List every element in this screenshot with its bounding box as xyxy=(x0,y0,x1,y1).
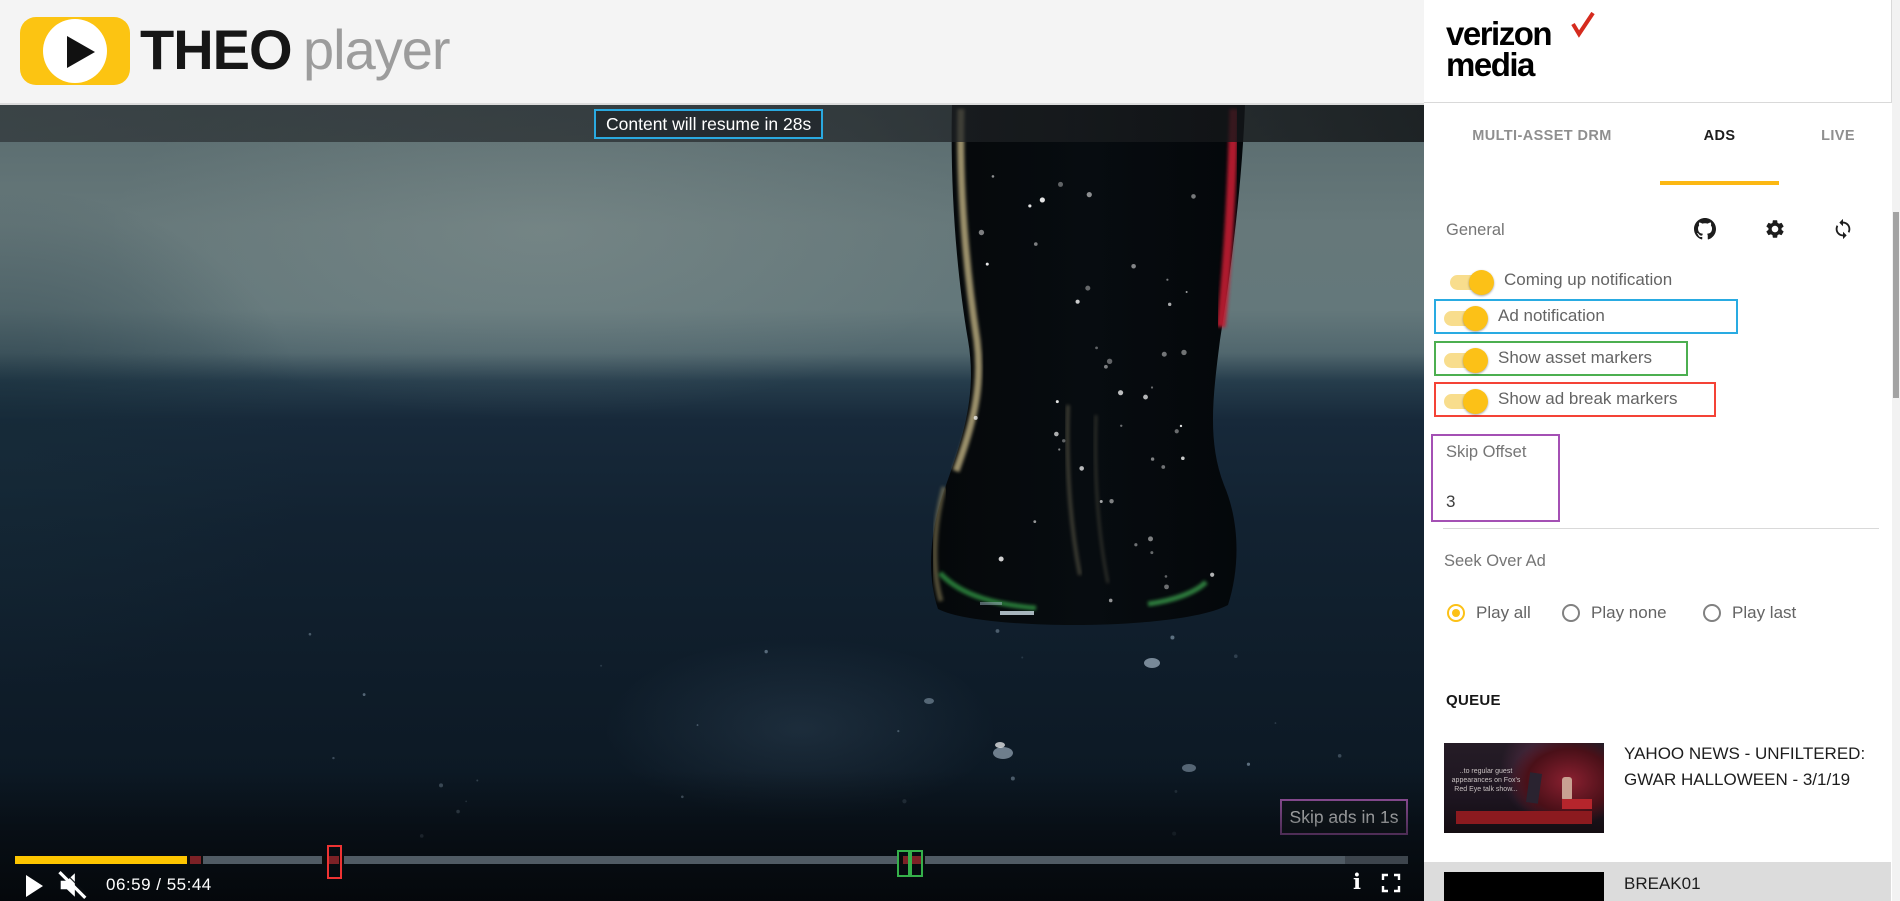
github-icon[interactable] xyxy=(1694,218,1716,240)
play-icon[interactable] xyxy=(26,875,43,897)
ad-break-segment xyxy=(187,856,203,864)
queue-item[interactable]: ..to regular guest appearances on Fox's … xyxy=(1424,733,1891,843)
skip-offset-input-underline xyxy=(1443,528,1879,529)
info-icon[interactable]: i xyxy=(1349,869,1365,895)
verizon-media-logo: verizon media xyxy=(1424,0,1892,103)
theoplayer-logo-text-2: player xyxy=(303,22,450,78)
theoplayer-logo-icon xyxy=(20,17,130,85)
seek-over-ad-label: Seek Over Ad xyxy=(1444,552,1546,571)
theoplayer-logo-text: THEO xyxy=(140,22,292,78)
radio-play-last[interactable] xyxy=(1703,604,1721,622)
queue-item-title: BREAK01 xyxy=(1624,874,1701,894)
radio-play-none[interactable] xyxy=(1562,604,1580,622)
scrollbar-thumb[interactable] xyxy=(1893,212,1899,398)
video-player: THEO player xyxy=(0,0,1424,901)
progress-tail xyxy=(1345,856,1408,864)
tab-multi-asset-drm[interactable]: MULTI-ASSET DRM xyxy=(1424,128,1660,162)
player-header: THEO player xyxy=(0,0,1424,105)
queue-item-thumbnail: ..to regular guest appearances on Fox's … xyxy=(1444,743,1604,833)
radio-play-all[interactable] xyxy=(1447,604,1465,622)
switch-on[interactable] xyxy=(1450,272,1494,293)
toggle-coming-up-notification[interactable]: Coming up notification xyxy=(1442,265,1742,299)
app-root: THEO player xyxy=(0,0,1900,901)
tab-live[interactable]: LIVE xyxy=(1779,128,1897,162)
queue-section-label: QUEUE xyxy=(1446,692,1501,709)
queue-item-active[interactable]: BREAK01 xyxy=(1424,862,1891,901)
toggle-ad-notification[interactable]: Ad notification xyxy=(1434,299,1738,334)
video-surface[interactable]: Content will resume in 28s Skip ads in 1… xyxy=(0,105,1424,901)
skip-offset-input[interactable]: 3 xyxy=(1446,492,1455,512)
control-bar-shade xyxy=(0,771,1424,901)
sidebar-scrollbar[interactable] xyxy=(1892,0,1900,901)
asset-marker-outline xyxy=(897,850,910,877)
switch-on[interactable] xyxy=(1444,350,1488,371)
settings-gear-icon[interactable] xyxy=(1764,218,1786,240)
fullscreen-icon[interactable] xyxy=(1381,873,1401,893)
seek-bar[interactable] xyxy=(15,856,1408,864)
skip-offset-label: Skip Offset xyxy=(1446,443,1526,462)
time-display: 06:59 / 55:44 xyxy=(106,875,212,895)
verizon-check-icon xyxy=(1570,12,1596,38)
ad-break-marker-outline xyxy=(327,845,342,879)
tab-ads[interactable]: ADS xyxy=(1660,128,1779,162)
toggle-show-ad-break-markers[interactable]: Show ad break markers xyxy=(1434,382,1716,417)
muted-volume-icon[interactable] xyxy=(57,869,89,901)
active-tab-indicator xyxy=(1660,181,1779,185)
switch-on[interactable] xyxy=(1444,308,1488,329)
control-sidebar: verizon media MULTI-ASSET DRM ADS LIVE G… xyxy=(1424,0,1900,901)
queue-item-thumbnail xyxy=(1444,872,1604,901)
general-section-label: General xyxy=(1446,221,1505,240)
queue-item-title: YAHOO NEWS - UNFILTERED: GWAR HALLOWEEN … xyxy=(1624,741,1874,793)
asset-marker-outline xyxy=(910,850,923,877)
thumbnail-caption: ..to regular guest appearances on Fox's … xyxy=(1450,767,1522,794)
switch-on[interactable] xyxy=(1444,391,1488,412)
content-resume-notification: Content will resume in 28s xyxy=(594,109,823,139)
sync-refresh-icon[interactable] xyxy=(1832,218,1854,240)
progress-played xyxy=(15,856,187,864)
toggle-show-asset-markers[interactable]: Show asset markers xyxy=(1434,341,1688,376)
